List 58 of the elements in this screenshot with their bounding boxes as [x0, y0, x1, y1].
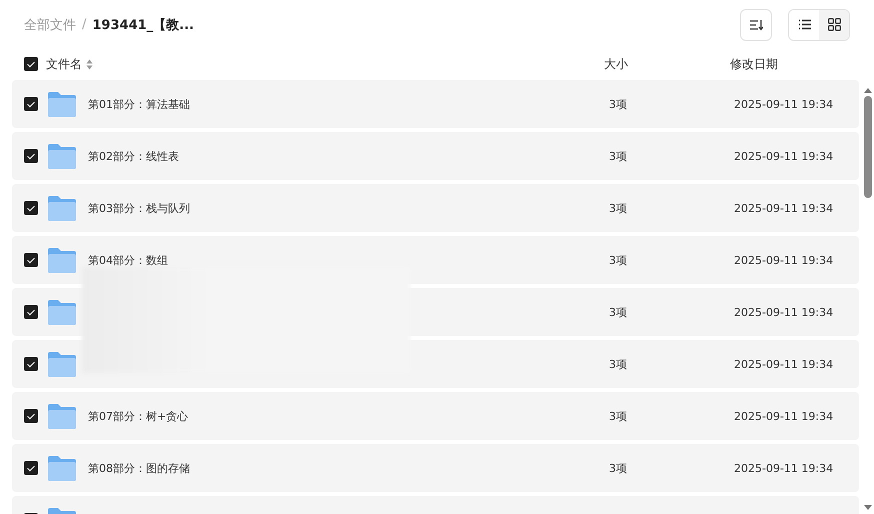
scroll-down-icon[interactable] — [863, 504, 873, 512]
file-row[interactable]: 第07部分：树+贪心 3项 2025-09-11 19:34 — [12, 392, 859, 440]
row-checkbox[interactable] — [24, 149, 38, 163]
folder-name[interactable]: 第03部分：栈与队列 — [88, 202, 190, 214]
folder-name[interactable]: 第04部分：数组 — [88, 254, 168, 266]
row-checkbox[interactable] — [24, 357, 38, 371]
item-count: 3项 — [609, 150, 627, 162]
row-checkbox[interactable] — [24, 97, 38, 111]
file-row[interactable]: 第08部分：图的存储 3项 2025-09-11 19:34 — [12, 444, 859, 492]
modified-date: 2025-09-11 19:34 — [734, 306, 834, 318]
modified-date: 2025-09-11 19:34 — [734, 202, 834, 214]
folder-icon — [47, 194, 77, 222]
item-count: 3项 — [609, 306, 627, 318]
sort-arrows-icon — [86, 58, 93, 70]
breadcrumb-separator: / — [82, 17, 86, 32]
folder-icon — [47, 90, 77, 118]
folder-icon — [47, 454, 77, 482]
row-checkbox[interactable] — [24, 461, 38, 475]
folder-icon — [47, 246, 77, 274]
row-checkbox[interactable] — [24, 305, 38, 319]
file-row[interactable]: 第01部分：算法基础 3项 2025-09-11 19:34 — [12, 80, 859, 128]
sort-icon — [749, 18, 763, 30]
modified-date: 2025-09-11 19:34 — [734, 410, 834, 422]
row-checkbox[interactable] — [24, 201, 38, 215]
modified-date: 2025-09-11 19:34 — [734, 462, 834, 474]
file-row[interactable]: 第03部分：栈与队列 3项 2025-09-11 19:34 — [12, 184, 859, 232]
folder-icon — [47, 142, 77, 170]
modified-date: 2025-09-11 19:34 — [734, 358, 834, 370]
column-header[interactable]: 文件名 — [46, 56, 82, 72]
folder-name[interactable]: 第08部分：图的存储 — [88, 462, 190, 474]
list-icon — [798, 19, 810, 30]
item-count: 3项 — [609, 202, 627, 214]
folder-name[interactable]: 第02部分：线性表 — [88, 150, 179, 162]
folder-icon — [47, 402, 77, 430]
item-count: 3项 — [609, 358, 627, 370]
row-checkbox[interactable] — [24, 253, 38, 267]
breadcrumb-item: 193441_【教... — [92, 16, 194, 34]
grid-icon — [828, 18, 840, 31]
item-count: 3项 — [609, 254, 627, 266]
file-row[interactable]: 第02部分：线性表 3项 2025-09-11 19:34 — [12, 132, 859, 180]
select-all-checkbox[interactable] — [24, 57, 38, 71]
scrollbar-thumb[interactable] — [864, 96, 872, 198]
item-count: 3项 — [609, 462, 627, 474]
sort-button[interactable] — [740, 8, 772, 40]
item-count: 3项 — [609, 410, 627, 422]
scroll-up-icon[interactable] — [863, 86, 873, 94]
column-header[interactable]: 大小 — [604, 56, 628, 72]
modified-date: 2025-09-11 19:34 — [734, 254, 834, 266]
grid-view-button[interactable] — [819, 10, 849, 40]
folder-name[interactable]: 第07部分：树+贪心 — [88, 410, 188, 422]
modified-date: 2025-09-11 19:34 — [734, 98, 834, 110]
column-header[interactable]: 修改日期 — [730, 56, 778, 72]
folder-icon — [47, 298, 77, 326]
row-checkbox[interactable] — [24, 409, 38, 423]
modified-date: 2025-09-11 19:34 — [734, 150, 834, 162]
item-count: 3项 — [609, 98, 627, 110]
folder-name[interactable]: 第01部分：算法基础 — [88, 98, 190, 110]
folder-icon — [47, 350, 77, 378]
